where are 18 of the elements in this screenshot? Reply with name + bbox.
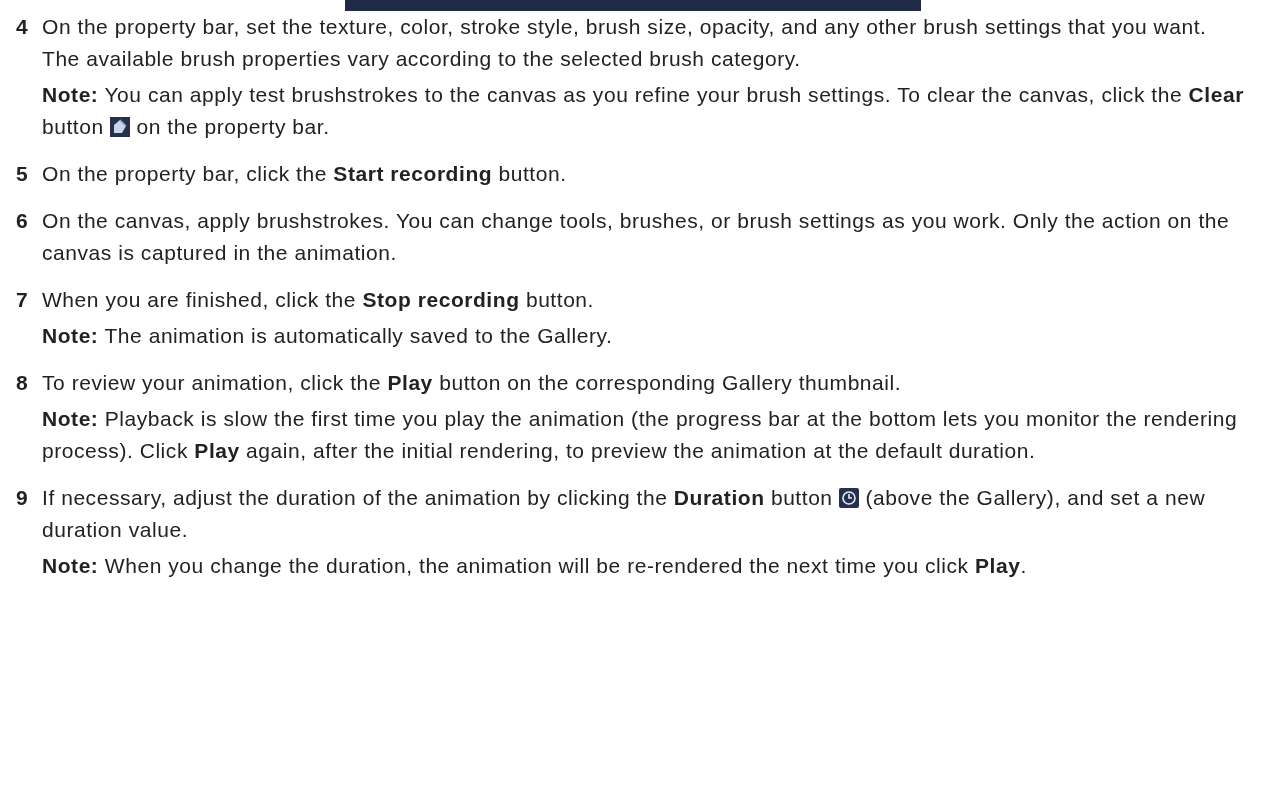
step-number: 4 [16, 14, 29, 40]
step-text: Note: You can apply test brushstrokes to the canvas as you refine your brush settings. To clear the canvas, click the Clear button on the property bar. [42, 82, 1245, 140]
step-text: On the property bar, click the Start recording button. [42, 161, 568, 187]
step-text: Note: The animation is automatically saved to the Gallery. [42, 323, 614, 349]
step-text: If necessary, adjust the duration of the animation by clicking the Duration button (above the Gallery), and set a new duration value. [42, 485, 1207, 543]
step-number: 9 [16, 485, 29, 511]
clock-icon [839, 488, 859, 508]
step-number: 8 [16, 370, 29, 396]
step-number: 6 [16, 208, 29, 234]
step-text: Note: When you change the duration, the animation will be re-rendered the next time you click Play. [42, 553, 1028, 579]
step-number: 7 [16, 287, 29, 313]
step-text: Note: Playback is slow the first time you play the animation (the progress bar at the bottom lets you monitor the rendering process). Click Play again, after the initial rendering, to preview the animation at the default duration. [42, 406, 1239, 464]
step-text: On the property bar, set the texture, color, stroke style, brush size, opacity, and any other brush settings that you want. The available brush properties vary according to the selected brush category. [42, 14, 1208, 72]
step-text: When you are finished, click the Stop recording button. [42, 287, 595, 313]
step-text: To review your animation, click the Play button on the corresponding Gallery thumbnail. [42, 370, 903, 396]
eraser-icon [110, 117, 131, 137]
step-text: On the canvas, apply brushstrokes. You can change tools, brushes, or brush settings as you work. Only the action on the canvas is captured in the animation. [42, 208, 1231, 266]
step-number: 5 [16, 161, 29, 187]
